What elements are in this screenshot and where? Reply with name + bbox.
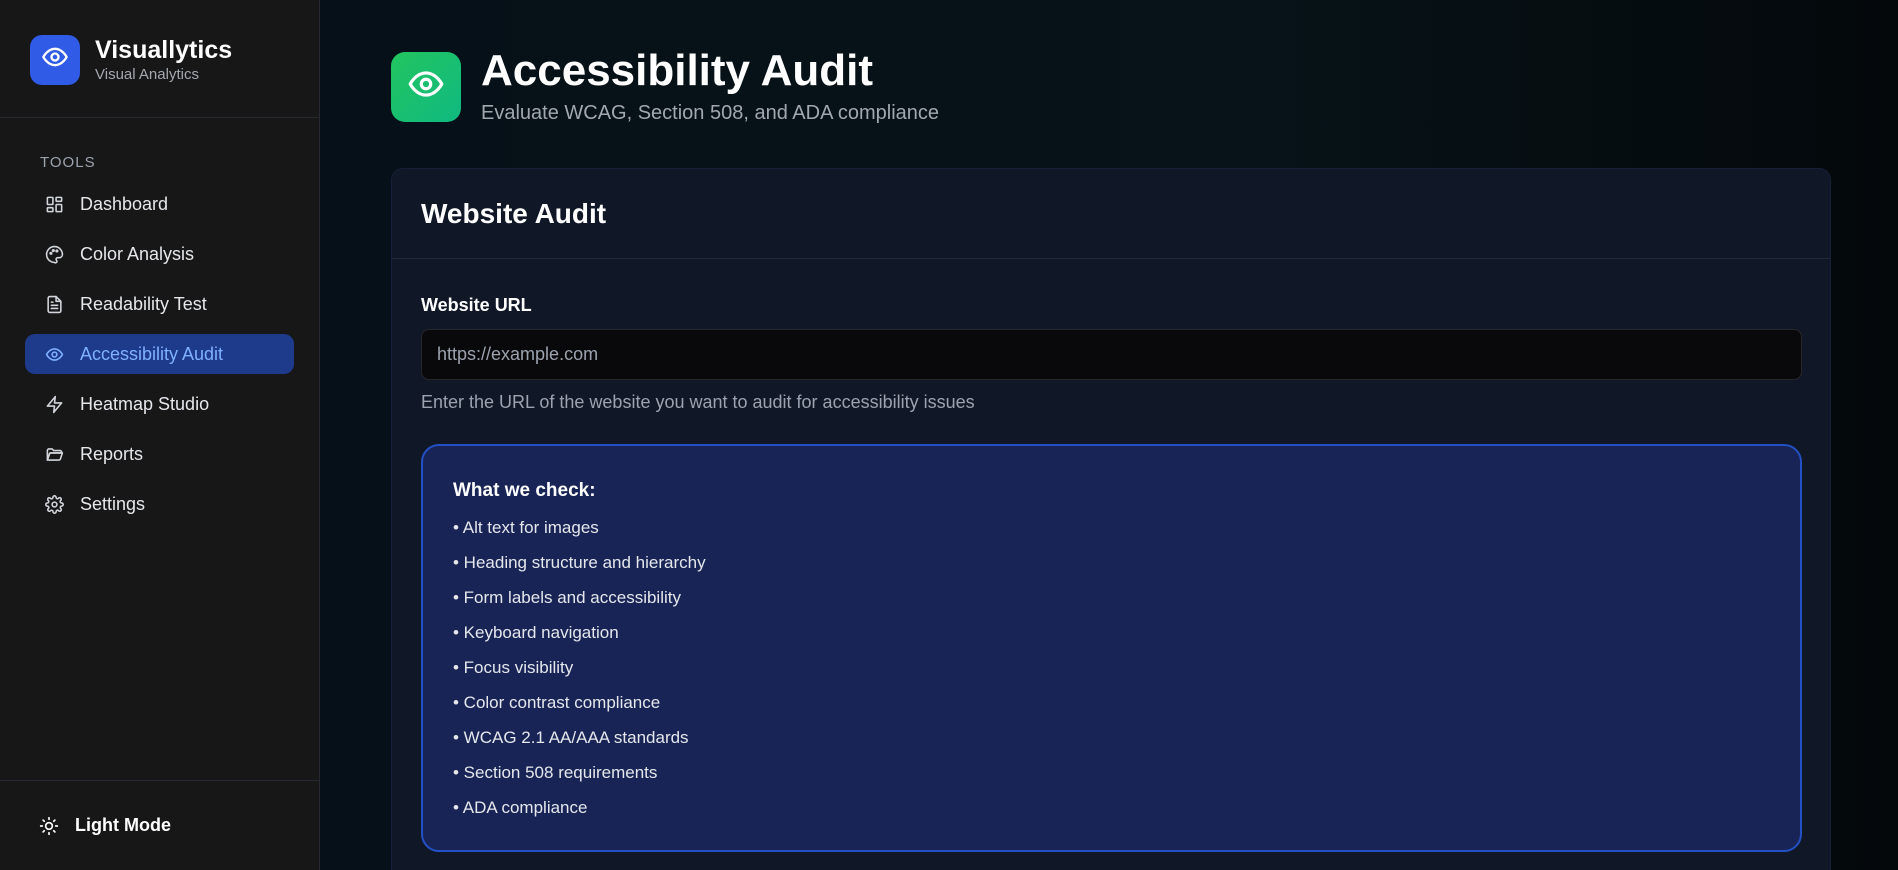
sidebar-item-readability-test[interactable]: Readability Test bbox=[25, 284, 294, 324]
list-item: • Color contrast compliance bbox=[453, 693, 661, 712]
card-title: Website Audit bbox=[421, 197, 607, 229]
checks-info-box: What we check: • Alt text for images • H… bbox=[421, 444, 1802, 852]
lightning-icon bbox=[44, 394, 64, 414]
list-item: • Heading structure and hierarchy bbox=[453, 553, 706, 572]
main-content: Accessibility Audit Evaluate WCAG, Secti… bbox=[320, 0, 1898, 870]
gear-icon bbox=[44, 494, 64, 514]
sidebar-item-label: Dashboard bbox=[80, 193, 169, 214]
checks-title: What we check: bbox=[453, 480, 596, 501]
sidebar: Visuallytics Visual Analytics TOOLS Dash… bbox=[0, 0, 320, 870]
sidebar-footer: Light Mode bbox=[0, 780, 320, 870]
website-url-input[interactable] bbox=[421, 329, 1802, 380]
website-audit-card: Website Audit Website URL Enter the URL … bbox=[391, 168, 1831, 870]
eye-icon bbox=[44, 344, 64, 364]
brand-name: Visuallytics bbox=[95, 35, 233, 64]
checks-list: • Alt text for images • Heading structur… bbox=[453, 510, 1800, 825]
sidebar-item-color-analysis[interactable]: Color Analysis bbox=[25, 234, 294, 274]
document-icon bbox=[44, 294, 64, 314]
list-item: • Alt text for images bbox=[453, 518, 599, 537]
list-item: • Section 508 requirements bbox=[453, 763, 658, 782]
sidebar-item-reports[interactable]: Reports bbox=[25, 434, 294, 474]
sidebar-item-accessibility-audit[interactable]: Accessibility Audit bbox=[25, 334, 294, 374]
sidebar-item-label: Color Analysis bbox=[80, 243, 195, 264]
sidebar-item-label: Reports bbox=[80, 443, 144, 464]
brand-logo bbox=[30, 34, 80, 85]
eye-icon bbox=[407, 65, 445, 108]
url-help-text: Enter the URL of the website you want to… bbox=[421, 392, 975, 412]
light-mode-toggle[interactable]: Light Mode bbox=[39, 815, 171, 836]
nav-section-label: TOOLS bbox=[40, 154, 96, 171]
sidebar-item-label: Accessibility Audit bbox=[80, 343, 224, 364]
sidebar-item-label: Readability Test bbox=[80, 293, 207, 314]
list-item: • Form labels and accessibility bbox=[453, 588, 681, 607]
sun-icon bbox=[39, 816, 59, 836]
card-header: Website Audit bbox=[392, 169, 1830, 259]
sidebar-item-dashboard[interactable]: Dashboard bbox=[25, 184, 294, 224]
grid-icon bbox=[44, 194, 64, 214]
page-title: Accessibility Audit bbox=[481, 46, 874, 95]
sidebar-nav: Dashboard Color Analysis Readability Tes… bbox=[25, 184, 294, 534]
eye-icon bbox=[41, 43, 69, 76]
sidebar-item-heatmap-studio[interactable]: Heatmap Studio bbox=[25, 384, 294, 424]
list-item: • ADA compliance bbox=[453, 798, 588, 817]
sidebar-item-label: Settings bbox=[80, 493, 146, 514]
list-item: • Focus visibility bbox=[453, 658, 574, 677]
brand-text: Visuallytics Visual Analytics bbox=[95, 35, 232, 85]
sidebar-item-label: Heatmap Studio bbox=[80, 393, 210, 414]
palette-icon bbox=[44, 244, 64, 264]
app-root: Visuallytics Visual Analytics TOOLS Dash… bbox=[0, 0, 1898, 870]
folder-icon bbox=[44, 444, 64, 464]
page-icon bbox=[391, 51, 461, 122]
list-item: • Keyboard navigation bbox=[453, 623, 619, 642]
page-header: Accessibility Audit Evaluate WCAG, Secti… bbox=[391, 48, 939, 125]
url-label: Website URL bbox=[421, 295, 532, 315]
brand[interactable]: Visuallytics Visual Analytics bbox=[0, 0, 319, 118]
page-heading: Accessibility Audit Evaluate WCAG, Secti… bbox=[481, 48, 939, 125]
light-mode-label: Light Mode bbox=[75, 815, 171, 835]
brand-subtitle: Visual Analytics bbox=[95, 65, 199, 83]
sidebar-item-settings[interactable]: Settings bbox=[25, 484, 294, 524]
list-item: • WCAG 2.1 AA/AAA standards bbox=[453, 728, 689, 747]
page-subtitle: Evaluate WCAG, Section 508, and ADA comp… bbox=[481, 102, 940, 124]
